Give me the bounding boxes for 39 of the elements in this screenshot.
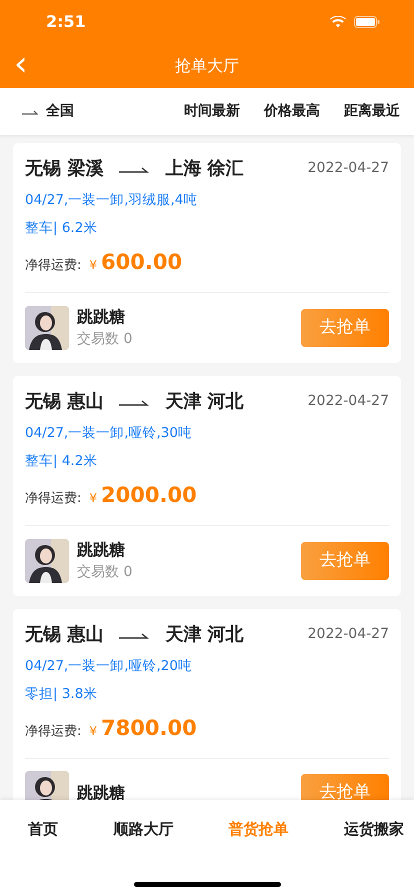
user-name: 跳跳糖 [77,539,126,561]
page-title: 抢单大厅 [175,55,239,77]
cargo-info: 04/27,一装一卸,羽绒服,4吨 [25,191,198,210]
price-label: 净得运费: [25,490,82,508]
trade-count: 交易数 0 [77,563,132,582]
tab-item[interactable]: 首页 [28,814,58,844]
region-filter[interactable]: 全国 [22,101,74,122]
cargo-info: 04/27,一装一卸,哑铃,20吨 [25,657,193,676]
sort-option[interactable]: 距离最近 [344,101,400,122]
origin-city: 无锡 惠山 [25,390,104,414]
tab-item[interactable]: 顺路大厅 [113,814,174,844]
truck-info: 整车| 6.2米 [25,219,98,238]
cargo-info: 04/27,一装一卸,哑铃,30吨 [25,424,193,443]
order-date: 2022-04-27 [308,159,389,178]
currency-symbol: ¥ [89,722,98,740]
price-amount: 2000.00 [101,482,197,508]
price-amount: 600.00 [101,248,182,276]
trade-count: 交易数 0 [77,330,132,349]
currency-symbol: ¥ [89,490,98,506]
user-name: 跳跳糖 [77,306,126,328]
sort-option[interactable]: 时间最新 [184,101,240,122]
currency-symbol: ¥ [89,256,98,274]
sort-option[interactable]: 价格最高 [264,101,320,122]
price-amount: 7800.00 [101,714,197,742]
tab-item[interactable]: 运货搬家 [344,814,404,844]
destination-city: 上海 徐汇 [165,157,244,181]
origin-city: 无锡 梁溪 [25,157,104,181]
origin-city: 无锡 惠山 [25,623,104,647]
order-date: 2022-04-27 [308,392,389,411]
order-date: 2022-04-27 [308,625,389,644]
destination-city: 天津 河北 [165,390,244,414]
battery-icon [354,16,380,28]
wifi-icon [330,16,346,28]
price-label: 净得运费: [25,722,82,740]
status-time: 2:51 [46,11,86,33]
destination-city: 天津 河北 [165,623,244,647]
price-label: 净得运费: [25,256,82,274]
truck-info: 零担| 3.8米 [25,685,98,704]
truck-info: 整车| 4.2米 [25,452,98,472]
